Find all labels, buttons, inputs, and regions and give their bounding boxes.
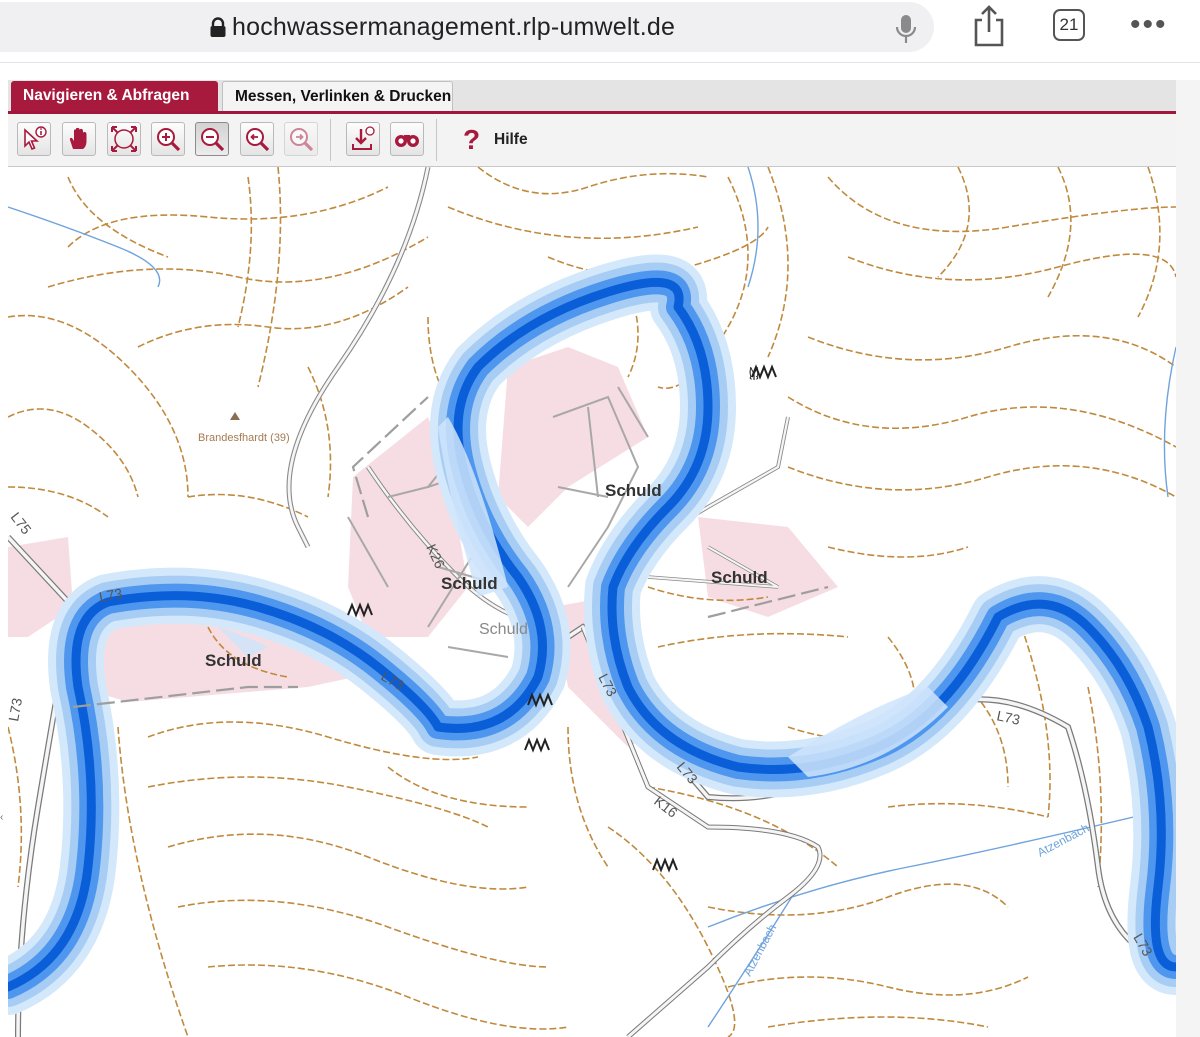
stream: [8, 206, 161, 288]
binoculars-icon: [395, 135, 419, 147]
map-application: Navigieren & Abfragen Messen, Verlinken …: [8, 80, 1176, 1037]
download-button[interactable]: [346, 122, 380, 156]
place-label-schuld: Schuld: [441, 574, 498, 593]
help-icon[interactable]: ?: [463, 124, 480, 156]
tabs-icon[interactable]: 21: [1053, 9, 1085, 41]
zoom-out-icon: [201, 128, 225, 152]
map-canvas[interactable]: 𐀔 Brandesfhardt (39) Schuld Schuld Schul…: [8, 167, 1176, 1037]
zoom-previous-button[interactable]: [240, 122, 274, 156]
forest-icon: [524, 737, 550, 753]
full-extent-icon: [111, 126, 137, 152]
help-button[interactable]: Hilfe: [494, 131, 528, 149]
map-toolbar: ? Hilfe: [8, 114, 1176, 167]
zoom-previous-icon: [246, 128, 270, 152]
road-label-l75: L75: [8, 509, 35, 537]
browser-chrome: hochwassermanagement.rlp-umwelt.de 21 ••…: [0, 0, 1200, 63]
poi-label: Brandesfhardt (39): [198, 432, 290, 444]
zoom-next-icon: [290, 128, 314, 152]
place-label-schuld: Schuld: [205, 651, 262, 670]
more-icon[interactable]: •••: [1130, 10, 1174, 40]
info-arrow-button[interactable]: [17, 122, 51, 156]
tab-strip: Navigieren & Abfragen Messen, Verlinken …: [8, 80, 1176, 114]
lock-icon: [210, 17, 226, 37]
stream: [747, 167, 759, 288]
stream: [1163, 346, 1176, 498]
zoom-in-button[interactable]: [151, 122, 185, 156]
share-icon[interactable]: [970, 4, 1008, 48]
pan-hand-icon: [69, 127, 87, 149]
place-label-schuld: Schuld: [479, 621, 528, 638]
address-bar[interactable]: hochwassermanagement.rlp-umwelt.de: [0, 2, 934, 52]
toolbar-separator: [330, 119, 331, 161]
url-text: hochwassermanagement.rlp-umwelt.de: [232, 13, 676, 41]
place-label-schuld: Schuld: [711, 568, 768, 587]
page-right-gutter: [1176, 80, 1200, 1037]
road-label-k16: K16: [651, 793, 681, 821]
stream-label-atzenbach: Atzenbach: [1035, 821, 1092, 860]
pan-hand-button[interactable]: [62, 122, 96, 156]
tab-messen-verlinken-drucken[interactable]: Messen, Verlinken & Drucken: [222, 81, 453, 111]
zoom-out-button[interactable]: [195, 122, 229, 156]
download-icon: [352, 126, 375, 150]
place-label-schuld: Schuld: [605, 481, 662, 500]
summit-icon: [230, 412, 240, 420]
road-label-l73: L73: [8, 697, 25, 723]
microphone-icon[interactable]: [894, 13, 918, 45]
road-label-l73: L73: [995, 707, 1021, 728]
tab-navigieren-abfragen[interactable]: Navigieren & Abfragen: [11, 81, 218, 111]
zoom-next-button[interactable]: [284, 122, 318, 156]
flood-map: 𐀔 Brandesfhardt (39) Schuld Schuld Schul…: [8, 167, 1176, 1037]
full-extent-button[interactable]: [107, 122, 141, 156]
zoom-in-icon: [157, 128, 181, 152]
toolbar-separator: [436, 119, 437, 161]
binoculars-button[interactable]: [390, 122, 424, 156]
info-arrow-icon: [24, 126, 47, 151]
left-scroll-handle[interactable]: ‹: [0, 812, 6, 836]
